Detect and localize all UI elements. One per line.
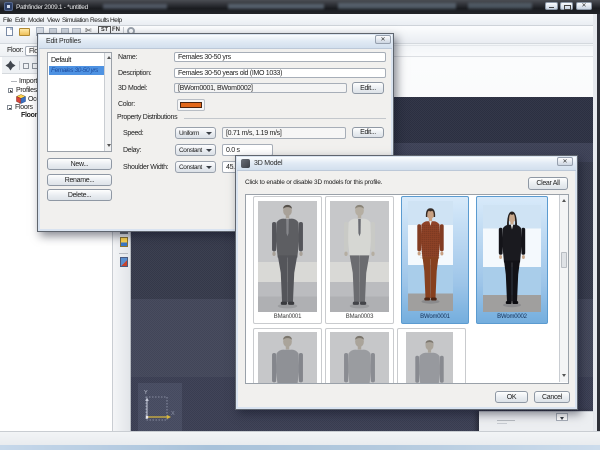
svg-text:X: X — [171, 411, 175, 417]
svg-text:Y: Y — [144, 390, 148, 396]
